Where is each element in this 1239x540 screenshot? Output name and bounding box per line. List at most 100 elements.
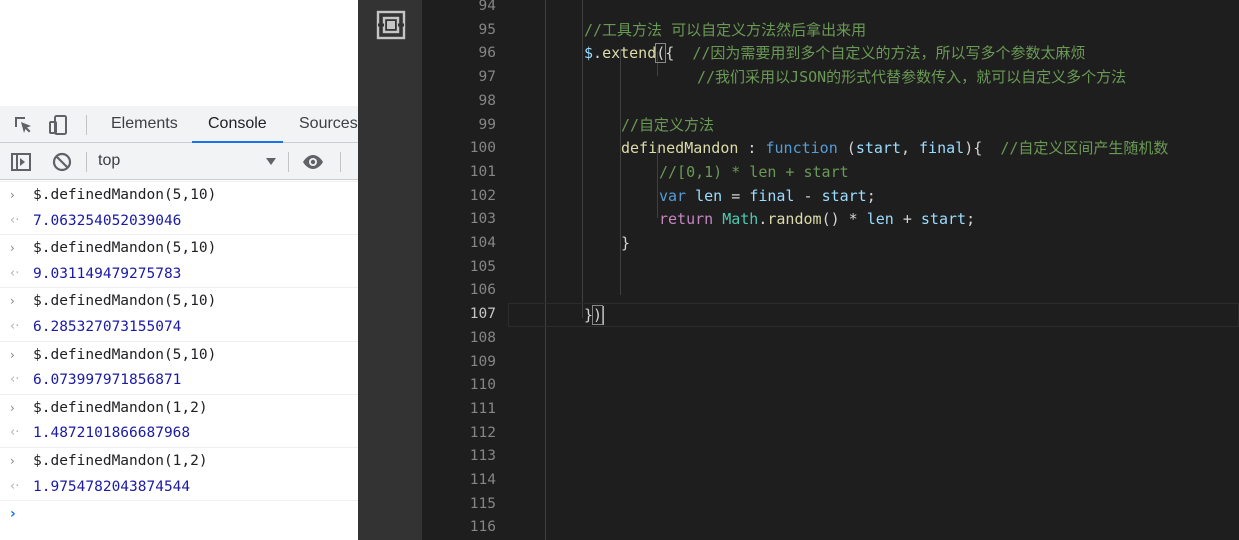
console-output-value: 6.285327073155074 xyxy=(33,318,182,335)
tab-console[interactable]: Console xyxy=(192,106,283,143)
tab-elements[interactable]: Elements xyxy=(95,106,194,143)
input-chevron-icon: › xyxy=(10,294,15,309)
output-chevron-icon: ‹· xyxy=(10,265,20,281)
code-token: - xyxy=(794,186,822,205)
line-number: 114 xyxy=(469,472,496,488)
code-area[interactable]: //工具方法 可以自定义方法然后拿出来用 $.extend({ //因为需要用到多… xyxy=(508,0,1239,540)
console-prompt[interactable]: › xyxy=(0,500,358,527)
code-token: random xyxy=(767,210,822,229)
inspect-element-icon[interactable] xyxy=(12,114,34,136)
output-chevron-icon: ‹· xyxy=(10,478,20,494)
clear-console-icon[interactable] xyxy=(51,151,73,173)
console-input-row[interactable]: › $.definedMandon(5,10) xyxy=(0,287,358,314)
console-output-row[interactable]: ‹· 9.031149479275783 xyxy=(0,261,358,288)
code-line[interactable]: definedMandon : function (start, final){… xyxy=(508,137,1239,161)
console-output-row[interactable]: ‹· 6.285327073155074 xyxy=(0,314,358,341)
current-code-line[interactable]: }) xyxy=(508,303,1239,327)
code-line[interactable] xyxy=(508,90,1239,114)
code-line[interactable]: $.extend({ //因为需要用到多个自定义的方法，所以写多个参数太麻烦 xyxy=(508,42,1239,66)
code-line[interactable]: return Math.random() * len + start; xyxy=(508,208,1239,232)
code-line[interactable]: //我们采用以JSON的形式代替参数传入，就可以自定义多个方法 xyxy=(508,66,1239,90)
code-token: definedMandon xyxy=(621,139,739,158)
console-toolbar: top xyxy=(0,143,358,180)
code-line[interactable] xyxy=(508,256,1239,280)
code-line[interactable] xyxy=(508,0,1239,19)
console-input-row[interactable]: › $.definedMandon(1,2) xyxy=(0,446,358,474)
code-line-content: $.extend({ //因为需要用到多个自定义的方法，所以写多个参数太麻烦 xyxy=(584,42,1085,66)
code-token: { xyxy=(665,44,693,63)
device-toolbar-icon[interactable] xyxy=(48,114,70,136)
input-chevron-icon: › xyxy=(10,400,15,415)
javascript-context-select[interactable]: top xyxy=(98,149,280,173)
console-input-text: $.definedMandon(1,2) xyxy=(33,452,208,469)
code-line[interactable] xyxy=(508,327,1239,351)
show-console-sidebar-icon[interactable] xyxy=(10,151,32,173)
line-number-gutter: 94 95 96 97 98 99 100 101 102 103 104 105 106 107 108 1… xyxy=(422,0,508,540)
line-number: 94 xyxy=(478,0,496,14)
code-token: Math xyxy=(722,210,759,229)
live-expression-eye-icon[interactable] xyxy=(302,151,324,173)
code-line-content: }) xyxy=(584,304,605,328)
code-token: len xyxy=(866,210,894,229)
console-output-value: 1.9754782043874544 xyxy=(33,478,191,495)
code-line[interactable]: //自定义方法 xyxy=(508,114,1239,138)
line-number: 95 xyxy=(478,21,496,38)
code-line[interactable] xyxy=(508,469,1239,493)
console-output-row[interactable]: ‹· 6.073997971856871 xyxy=(0,367,358,394)
code-token: start xyxy=(821,186,867,205)
caret-down-icon xyxy=(266,158,276,165)
code-token: //自定义区间产生随机数 xyxy=(1000,139,1169,158)
code-token: //自定义方法 xyxy=(621,115,715,134)
console-input-row[interactable]: › $.definedMandon(5,10) xyxy=(0,340,358,368)
explorer-icon[interactable] xyxy=(376,10,406,40)
code-line-content: //工具方法 可以自定义方法然后拿出来用 xyxy=(584,19,866,43)
code-token: } xyxy=(584,306,594,325)
console-input-row[interactable]: › $.definedMandon(5,10) xyxy=(0,181,358,208)
code-line[interactable] xyxy=(508,398,1239,422)
line-number: 112 xyxy=(469,424,496,441)
code-line[interactable] xyxy=(508,422,1239,446)
code-line[interactable] xyxy=(508,493,1239,517)
code-token: , xyxy=(900,139,920,158)
code-line-content: //自定义方法 xyxy=(621,114,714,138)
tab-sources[interactable]: Sources xyxy=(283,106,358,143)
code-token: final xyxy=(749,186,795,205)
code-line-content: //我们采用以JSON的形式代替参数传入，就可以自定义多个方法 xyxy=(697,66,1126,90)
code-token: } xyxy=(621,234,631,252)
code-line[interactable]: //[0,1) * len + start xyxy=(508,161,1239,185)
code-token: = xyxy=(722,186,750,205)
code-line[interactable]: //工具方法 可以自定义方法然后拿出来用 xyxy=(508,19,1239,43)
console-input-row[interactable]: › $.definedMandon(1,2) xyxy=(0,393,358,421)
code-line[interactable]: var len = final - start; xyxy=(508,185,1239,209)
devtools-tabbar: Elements Console Sources xyxy=(0,106,358,143)
activity-bar xyxy=(358,0,422,540)
code-line[interactable] xyxy=(508,516,1239,540)
code-token: start xyxy=(855,139,901,158)
console-output-row[interactable]: ‹· 1.4872101866687968 xyxy=(0,420,358,447)
code-token: extend xyxy=(602,44,657,63)
code-line[interactable] xyxy=(508,351,1239,375)
toolbar-divider xyxy=(288,152,289,172)
console-input-row[interactable]: › $.definedMandon(5,10) xyxy=(0,234,358,261)
tabbar-divider xyxy=(86,115,87,135)
line-number: 100 xyxy=(469,140,496,157)
output-chevron-icon: ‹· xyxy=(10,372,20,388)
code-line[interactable] xyxy=(508,279,1239,303)
line-number: 98 xyxy=(478,92,496,109)
code-token: : xyxy=(738,139,766,158)
input-chevron-icon: › xyxy=(10,241,15,256)
line-number: 108 xyxy=(469,329,496,346)
code-line[interactable] xyxy=(508,374,1239,398)
console-output-row[interactable]: ‹· 7.063254052039046 xyxy=(0,208,358,235)
code-token: ; xyxy=(866,186,876,205)
console-output-row[interactable]: ‹· 1.9754782043874544 xyxy=(0,474,358,501)
devtools-panel: Elements Console Sources top › $.definedM… xyxy=(0,0,358,540)
code-line[interactable]: } xyxy=(508,232,1239,256)
code-line[interactable] xyxy=(508,445,1239,469)
console-input-text: $.definedMandon(5,10) xyxy=(33,293,217,310)
line-number: 113 xyxy=(469,448,496,465)
console-input-text: $.definedMandon(5,10) xyxy=(33,187,217,203)
code-token: //工具方法 可以自定义方法然后拿出来用 xyxy=(584,20,867,39)
line-number: 111 xyxy=(469,400,496,417)
